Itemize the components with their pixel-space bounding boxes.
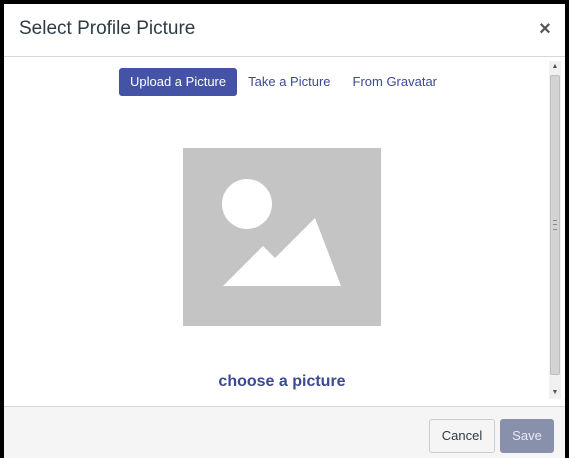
sun-shape <box>222 179 272 229</box>
mountain-shape <box>223 218 341 286</box>
cancel-button[interactable]: Cancel <box>429 419 495 453</box>
dialog-body: Upload a Picture Take a Picture From Gra… <box>4 57 565 406</box>
dialog-footer: Cancel Save <box>4 406 565 458</box>
close-icon[interactable]: × <box>535 19 555 39</box>
profile-picture-dialog: Select Profile Picture × Upload a Pictur… <box>4 4 565 458</box>
vertical-scrollbar[interactable]: ▲ ▼ <box>549 61 561 399</box>
image-placeholder-graphic <box>222 179 341 286</box>
scroll-up-arrow-icon[interactable]: ▲ <box>549 61 561 73</box>
scroll-down-arrow-icon[interactable]: ▼ <box>549 387 561 399</box>
tab-upload-picture[interactable]: Upload a Picture <box>119 68 238 96</box>
choose-picture-link[interactable]: choose a picture <box>4 373 560 391</box>
image-placeholder-icon <box>183 148 381 326</box>
save-button[interactable]: Save <box>500 419 554 453</box>
dialog-header: Select Profile Picture × <box>4 4 565 57</box>
dialog-title: Select Profile Picture <box>19 18 196 39</box>
picture-source-tabs: Upload a Picture Take a Picture From Gra… <box>119 68 448 96</box>
scrollbar-thumb[interactable] <box>550 75 560 375</box>
tab-from-gravatar[interactable]: From Gravatar <box>342 68 449 96</box>
tab-take-picture[interactable]: Take a Picture <box>237 68 341 96</box>
grip-icon <box>553 220 557 230</box>
